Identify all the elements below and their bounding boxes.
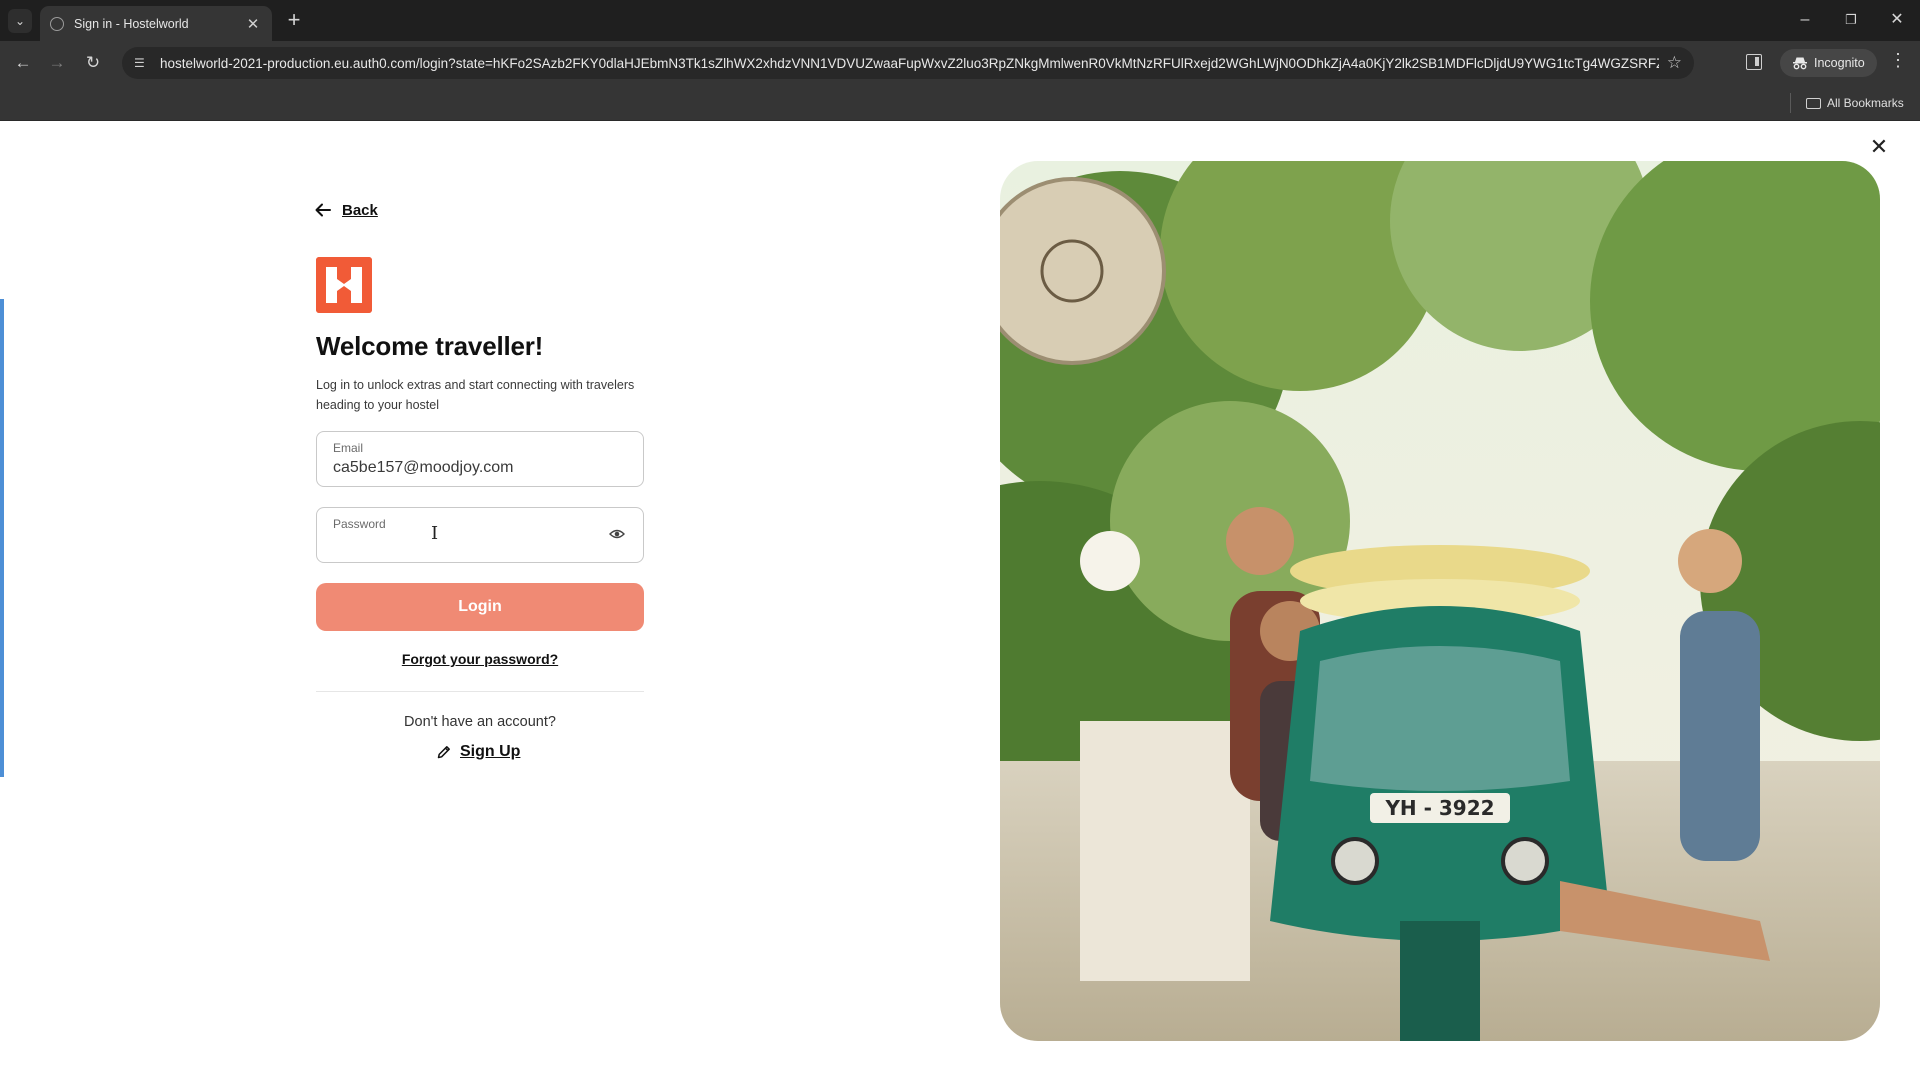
forgot-password-link[interactable]: Forgot your password?	[316, 651, 644, 667]
email-input[interactable]	[333, 459, 593, 477]
incognito-badge[interactable]: Incognito	[1780, 49, 1877, 77]
all-bookmarks-label: All Bookmarks	[1827, 96, 1904, 110]
reload-icon[interactable]: ↻	[80, 50, 106, 76]
email-label: Email	[333, 441, 364, 455]
email-field[interactable]: Email	[316, 431, 644, 487]
browser-tabstrip: ⌄ Sign in - Hostelworld ✕ + – ❐ ✕	[0, 0, 1920, 41]
password-input[interactable]	[333, 535, 593, 553]
site-info-icon[interactable]: ☰	[134, 56, 150, 70]
page-subtitle: Log in to unlock extras and start connec…	[316, 378, 635, 412]
password-label: Password	[333, 517, 386, 531]
close-icon[interactable]: ✕	[1866, 134, 1892, 160]
back-label: Back	[342, 201, 378, 219]
login-page: Back Welcome traveller! Log in to unlock…	[0, 121, 1920, 1080]
incognito-label: Incognito	[1814, 56, 1865, 70]
no-account-text: Don't have an account?	[404, 714, 556, 730]
login-button[interactable]: Login	[316, 583, 644, 631]
bookmark-star-icon[interactable]: ☆	[1667, 53, 1682, 73]
folder-icon	[1806, 97, 1821, 109]
minimize-icon[interactable]: –	[1790, 6, 1820, 34]
hostelworld-logo	[316, 257, 372, 313]
tab-title: Sign in - Hostelworld	[74, 16, 189, 31]
globe-icon	[50, 16, 64, 31]
window-close-icon[interactable]: ✕	[1882, 6, 1912, 34]
pencil-icon	[437, 746, 450, 759]
bookmarks-bar: All Bookmarks	[0, 85, 1920, 121]
arrow-left-icon	[315, 203, 331, 217]
bookmarks-separator	[1790, 93, 1791, 113]
left-accent-bar	[0, 299, 4, 777]
hero-photo: YH - 3922	[1000, 161, 1880, 1041]
all-bookmarks-button[interactable]: All Bookmarks	[1806, 93, 1904, 113]
new-tab-button[interactable]: +	[282, 8, 306, 32]
sign-up-label: Sign Up	[460, 743, 521, 760]
browser-toolbar: ← → ↻ ☰ hostelworld-2021-production.eu.a…	[0, 41, 1920, 85]
address-bar[interactable]: ☰ hostelworld-2021-production.eu.auth0.c…	[122, 47, 1694, 79]
tab-close-icon[interactable]: ✕	[244, 15, 262, 33]
password-field[interactable]: Password I	[316, 507, 644, 563]
url-text[interactable]: hostelworld-2021-production.eu.auth0.com…	[160, 56, 1659, 71]
back-link[interactable]: Back	[314, 201, 378, 219]
forward-arrow-icon[interactable]: →	[44, 50, 70, 76]
side-panel-icon[interactable]	[1746, 54, 1762, 70]
tab-search-chevron-icon[interactable]: ⌄	[8, 9, 32, 33]
incognito-icon	[1793, 57, 1807, 70]
eye-icon[interactable]	[609, 528, 625, 540]
restore-icon[interactable]: ❐	[1836, 6, 1866, 34]
text-cursor-icon: I	[431, 523, 439, 544]
back-arrow-icon[interactable]: ←	[10, 50, 36, 76]
divider	[316, 691, 644, 692]
more-menu-icon[interactable]: ⋮	[1888, 50, 1908, 71]
svg-text:YH - 3922: YH - 3922	[1384, 796, 1494, 820]
page-title: Welcome traveller!	[316, 331, 544, 361]
sign-up-link[interactable]: Sign Up	[436, 743, 520, 761]
browser-tab-active[interactable]: Sign in - Hostelworld ✕	[40, 6, 272, 41]
